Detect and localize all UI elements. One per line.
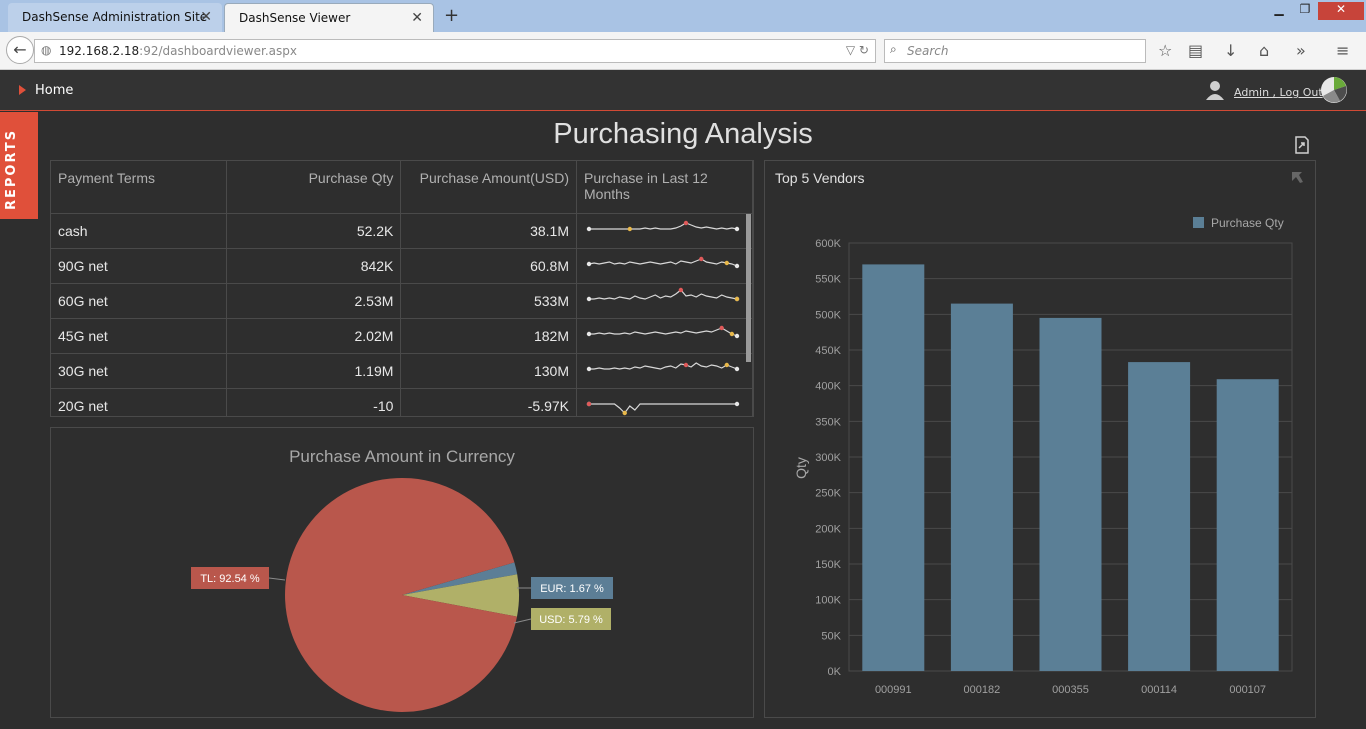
- bar-vendor-000114[interactable]: [1128, 362, 1191, 671]
- bar-vendor-000991[interactable]: [862, 264, 925, 671]
- y-tick-label: 0K: [828, 666, 842, 678]
- x-tick-label: 000182: [964, 684, 1001, 696]
- legend-label[interactable]: Purchase Qty: [1211, 216, 1284, 230]
- y-tick-label: 200K: [815, 523, 841, 535]
- y-tick-label: 450K: [815, 345, 841, 357]
- y-tick-label: 150K: [815, 559, 841, 571]
- y-tick-label: 400K: [815, 381, 841, 393]
- y-axis-label: Qty: [793, 457, 809, 479]
- bar-chart: 0K 50K 100K 150K 200K 250K 300K 350K 400K 450K 500…: [793, 216, 1293, 696]
- bar-vendor-000107[interactable]: [1216, 379, 1279, 671]
- y-tick-label: 600K: [815, 238, 841, 250]
- y-tick-label: 50K: [821, 630, 841, 642]
- x-tick-label: 000114: [1141, 684, 1177, 696]
- y-tick-label: 350K: [815, 416, 841, 428]
- y-tick-label: 500K: [815, 309, 841, 321]
- y-tick-label: 300K: [815, 452, 841, 464]
- bar-vendor-000355[interactable]: [1039, 317, 1102, 671]
- legend-swatch: [1193, 217, 1204, 228]
- y-tick-label: 250K: [815, 488, 841, 500]
- x-tick-label: 000107: [1229, 684, 1266, 696]
- bar-vendor-000182[interactable]: [950, 303, 1013, 671]
- y-tick-label: 100K: [815, 595, 841, 607]
- x-tick-label: 000355: [1052, 684, 1089, 696]
- y-tick-label: 550K: [815, 274, 841, 286]
- x-tick-label: 000991: [875, 684, 912, 696]
